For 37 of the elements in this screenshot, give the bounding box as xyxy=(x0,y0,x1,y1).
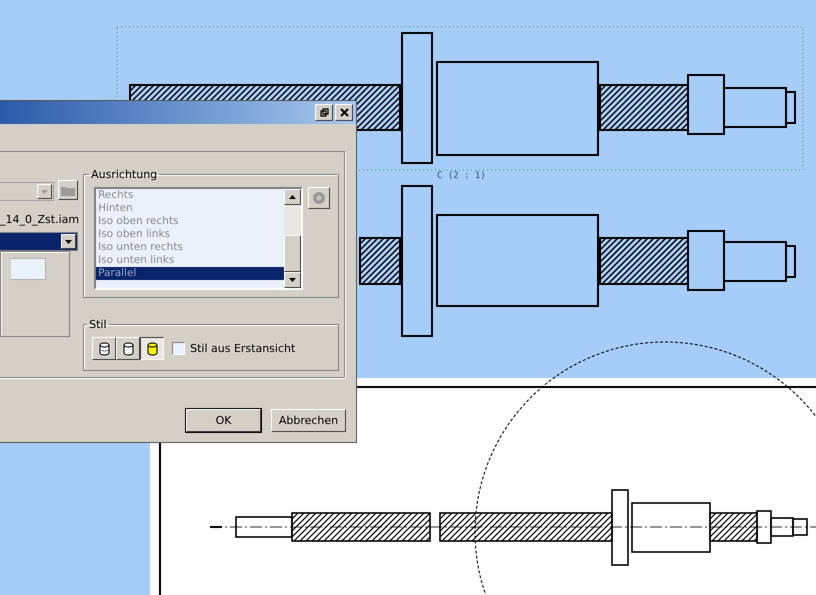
close-button[interactable] xyxy=(335,104,353,121)
group-title: Ausrichtung xyxy=(90,168,158,181)
restore-icon xyxy=(320,108,328,117)
list-item[interactable]: Iso unten rechts xyxy=(96,241,284,254)
checkbox[interactable] xyxy=(172,342,186,355)
input-field[interactable] xyxy=(11,258,46,280)
cylinder-icon xyxy=(122,342,134,356)
browse-button[interactable] xyxy=(58,180,78,200)
ok-button[interactable]: OK xyxy=(186,409,261,432)
list-item[interactable]: Iso oben links xyxy=(96,228,284,241)
file-dropdown[interactable] xyxy=(0,182,54,201)
style-button[interactable] xyxy=(92,337,116,360)
gear-icon xyxy=(312,191,326,205)
view-button[interactable] xyxy=(308,187,330,209)
list-item[interactable]: Rechts xyxy=(96,189,284,202)
view-dropdown[interactable] xyxy=(0,232,78,251)
view-label: C (2 : 1) xyxy=(437,171,486,181)
list-item[interactable]: Iso unten links xyxy=(96,254,284,267)
style-button[interactable] xyxy=(116,337,140,360)
caret-icon xyxy=(41,190,48,194)
folder-icon xyxy=(61,184,75,196)
list-item[interactable]: Parallel xyxy=(96,267,284,280)
cylinder-icon xyxy=(98,342,110,356)
scroll-up-icon xyxy=(289,195,296,199)
list-item[interactable]: Iso oben rechts xyxy=(96,215,284,228)
scrollbar[interactable] xyxy=(284,189,302,288)
close-icon xyxy=(340,108,348,117)
checkbox-label: Stil aus Erstansicht xyxy=(190,342,296,355)
cylinder-icon xyxy=(146,342,158,356)
cancel-button[interactable]: Abbrechen xyxy=(271,409,346,432)
scroll-down-icon xyxy=(289,278,296,282)
group-title: Stil xyxy=(88,318,108,331)
restore-button[interactable] xyxy=(315,104,333,121)
file-name: _14_0_Zst.iam xyxy=(0,213,80,226)
list-item[interactable]: Hinten xyxy=(96,202,284,215)
style-button-pressed[interactable] xyxy=(140,337,164,360)
caret-icon xyxy=(65,240,72,244)
